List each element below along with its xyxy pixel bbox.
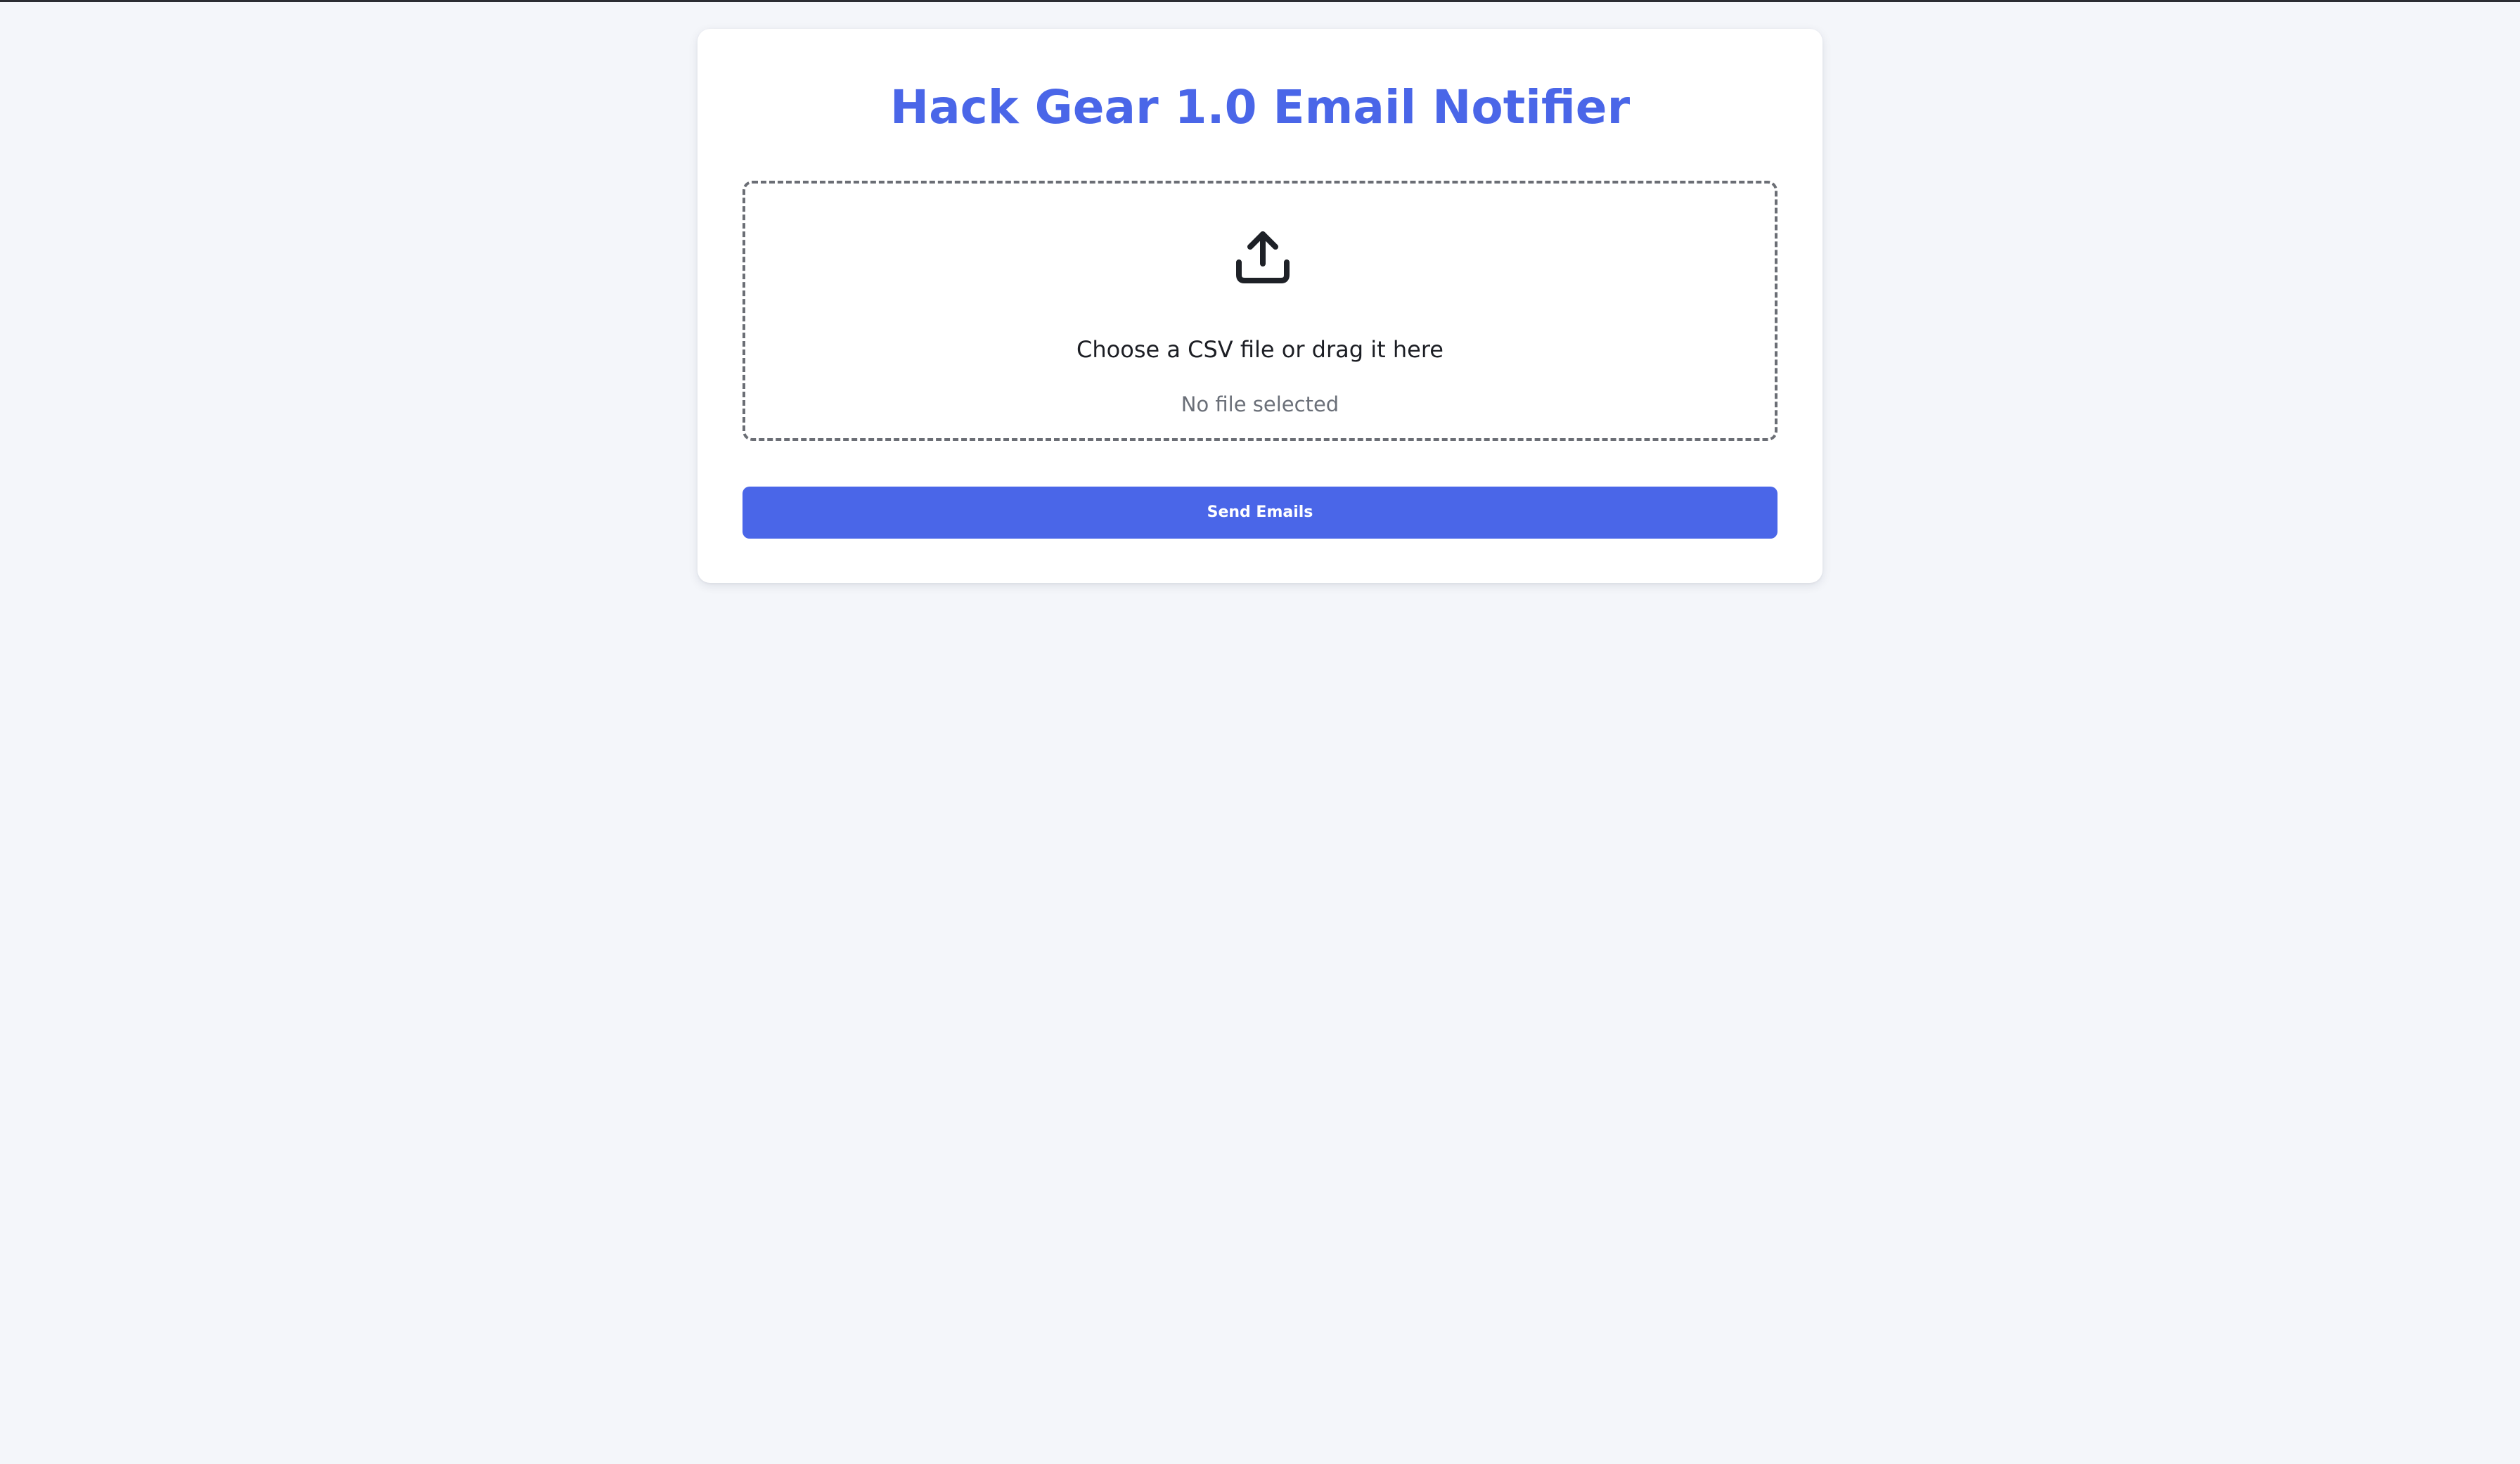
file-status-text: No file selected [1181, 392, 1339, 416]
send-emails-button[interactable]: Send Emails [742, 487, 1778, 539]
upload-icon [1236, 231, 1290, 283]
csv-dropzone[interactable]: Choose a CSV file or drag it here No fil… [742, 181, 1778, 441]
dropzone-label: Choose a CSV file or drag it here [1076, 336, 1444, 363]
page-title: Hack Gear 1.0 Email Notifier [889, 80, 1631, 134]
window-top-border [0, 0, 2520, 2]
notifier-card: Hack Gear 1.0 Email Notifier Choose a CS… [698, 29, 1822, 583]
